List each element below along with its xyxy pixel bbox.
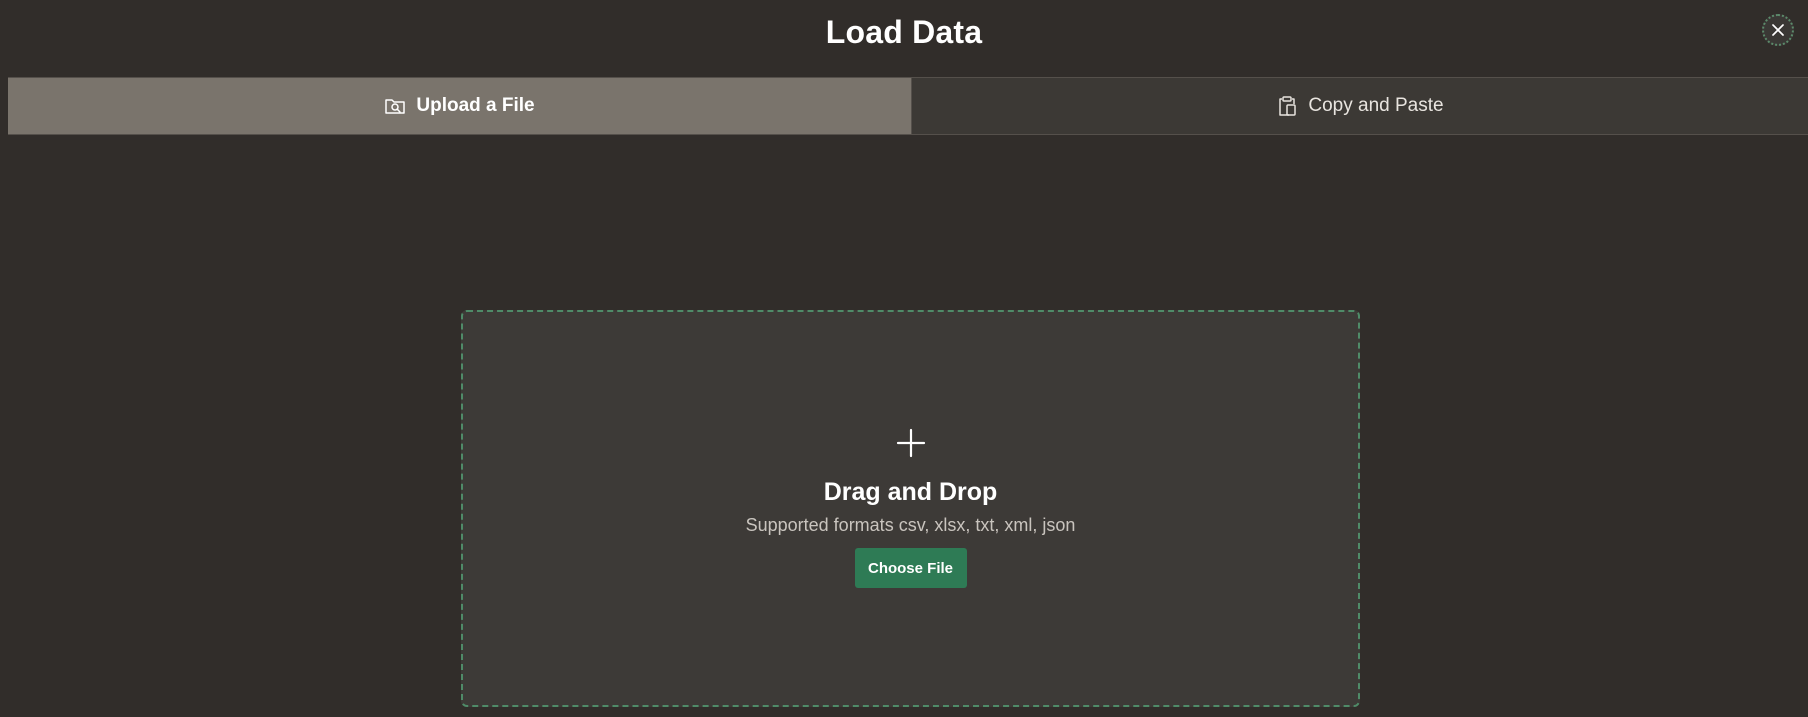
clipboard-icon — [1279, 96, 1297, 116]
file-drop-zone[interactable]: Drag and Drop Supported formats csv, xls… — [461, 310, 1360, 707]
plus-icon — [896, 428, 925, 458]
choose-file-button[interactable]: Choose File — [854, 548, 967, 588]
tab-upload-a-file[interactable]: Upload a File — [8, 78, 911, 134]
tab-label: Upload a File — [416, 95, 535, 116]
folder-search-icon — [385, 99, 406, 114]
tab-label: Copy and Paste — [1308, 95, 1444, 116]
load-method-tabs: Upload a File Copy and Paste — [8, 77, 1808, 135]
supported-formats-text: Supported formats csv, xlsx, txt, xml, j… — [745, 515, 1076, 535]
dialog-title: Load Data — [825, 13, 983, 50]
tab-copy-and-paste[interactable]: Copy and Paste — [911, 78, 1808, 134]
close-button[interactable] — [1762, 14, 1794, 46]
close-icon — [1772, 24, 1784, 36]
dialog-header: Load Data — [0, 0, 1808, 66]
drag-and-drop-title: Drag and Drop — [823, 478, 998, 506]
